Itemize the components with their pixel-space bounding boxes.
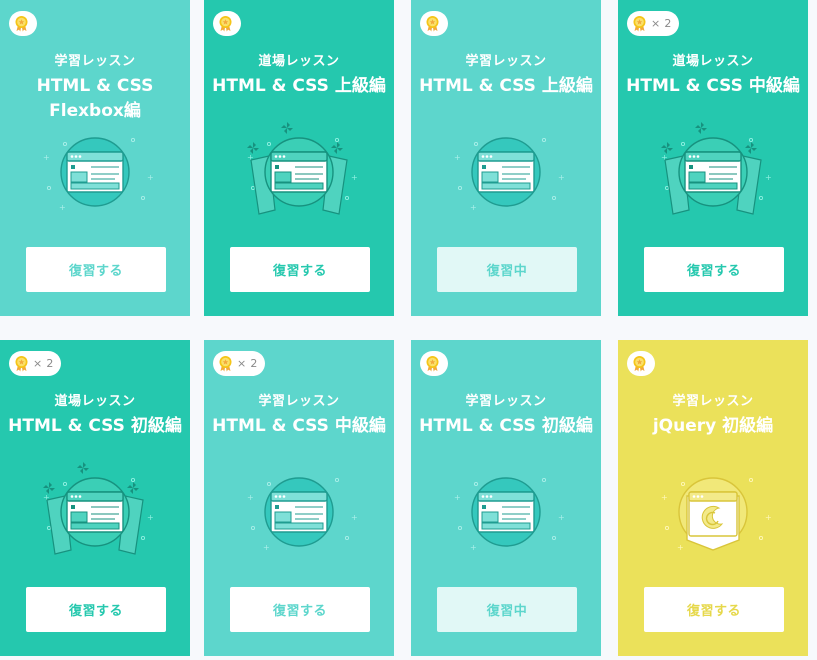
svg-text:+: +: [247, 493, 254, 502]
medal-icon: [633, 16, 646, 32]
review-button[interactable]: 復習する: [230, 587, 370, 632]
lesson-title-line: jQuery 初級編: [652, 416, 774, 436]
medal-count: × 2: [237, 357, 258, 370]
medal-icon: [219, 356, 232, 372]
review-button[interactable]: 復習する: [26, 587, 166, 632]
lesson-type: 道場レッスン: [258, 54, 340, 69]
medal-badge: [627, 351, 655, 376]
medal-icon: [633, 356, 646, 372]
lesson-title-line: HTML & CSS 初級編: [8, 416, 182, 436]
medal-badge: [9, 11, 37, 36]
medal-icon: [426, 356, 439, 372]
medal-badge: × 2: [627, 11, 679, 36]
lesson-title-line: HTML & CSS 中級編: [212, 416, 386, 436]
medal-count: × 2: [651, 17, 672, 30]
lesson-title: HTML & CSS 初級編: [8, 414, 182, 439]
lesson-type: 学習レッスン: [54, 54, 136, 69]
svg-text:+: +: [470, 203, 477, 212]
lesson-title: HTML & CSS 初級編: [419, 414, 593, 439]
svg-text:+: +: [147, 173, 154, 182]
web-page-illustration: + + +: [454, 477, 565, 552]
svg-text:+: +: [558, 173, 565, 182]
lesson-type: 学習レッスン: [258, 394, 340, 409]
lesson-title: HTML & CSS 中級編: [212, 414, 386, 439]
svg-text:+: +: [263, 543, 270, 552]
lesson-card[interactable]: × 2 道場レッスン HTML & CSS 初級編 +++ 復習する: [0, 340, 190, 656]
lesson-type: 学習レッスン: [465, 54, 547, 69]
review-button[interactable]: 復習する: [644, 247, 784, 292]
medal-badge: [213, 11, 241, 36]
lesson-card[interactable]: × 2 学習レッスン HTML & CSS 中級編 + + + 復習する: [204, 340, 394, 656]
lesson-title: HTML & CSS 上級編: [212, 74, 386, 99]
svg-text:+: +: [43, 153, 50, 162]
review-button[interactable]: 復習する: [26, 247, 166, 292]
svg-text:+: +: [765, 173, 772, 182]
lesson-title: HTML & CSS 中級編: [626, 74, 800, 99]
lesson-title-line: HTML & CSS 初級編: [419, 416, 593, 436]
lesson-title-line: HTML & CSS: [36, 76, 154, 96]
svg-text:+: +: [677, 543, 684, 552]
lesson-type: 学習レッスン: [465, 394, 547, 409]
review-in-progress-button[interactable]: 復習中: [437, 247, 577, 292]
medal-count: × 2: [33, 357, 54, 370]
lesson-type: 学習レッスン: [672, 394, 754, 409]
svg-text:+: +: [765, 513, 772, 522]
lesson-type: 道場レッスン: [672, 54, 754, 69]
svg-text:+: +: [454, 153, 461, 162]
lesson-title-line: HTML & CSS 上級編: [419, 76, 593, 96]
medal-icon: [15, 356, 28, 372]
medal-badge: [420, 11, 448, 36]
jquery-page-illustration: + + +: [661, 477, 772, 552]
review-in-progress-button[interactable]: 復習中: [437, 587, 577, 632]
lesson-title: jQuery 初級編: [626, 414, 800, 439]
lesson-title: HTML & CSS Flexbox編: [8, 74, 182, 124]
dojo-scroll-illustration: +++: [661, 122, 772, 215]
svg-text:+: +: [351, 173, 358, 182]
lesson-card[interactable]: × 2 道場レッスン HTML & CSS 中級編 +++ 復習する: [618, 0, 808, 316]
medal-badge: [420, 351, 448, 376]
lesson-title-line: HTML & CSS 上級編: [212, 76, 386, 96]
medal-badge: × 2: [9, 351, 61, 376]
lesson-card[interactable]: 道場レッスン HTML & CSS 上級編 +++ 復習する: [204, 0, 394, 316]
svg-text:+: +: [147, 513, 154, 522]
medal-icon: [15, 16, 28, 32]
review-button[interactable]: 復習する: [230, 247, 370, 292]
lesson-type: 道場レッスン: [54, 394, 136, 409]
svg-text:+: +: [351, 513, 358, 522]
lesson-title: HTML & CSS 上級編: [419, 74, 593, 99]
svg-text:+: +: [454, 493, 461, 502]
svg-text:+: +: [661, 493, 668, 502]
lesson-card[interactable]: 学習レッスン HTML & CSS 初級編 + + + 復習中: [411, 340, 601, 656]
review-button[interactable]: 復習する: [644, 587, 784, 632]
svg-text:+: +: [59, 203, 66, 212]
svg-text:+: +: [558, 513, 565, 522]
medal-icon: [426, 16, 439, 32]
svg-text:+: +: [470, 543, 477, 552]
dojo-scroll-illustration: +++: [247, 122, 358, 215]
lesson-card[interactable]: 学習レッスン HTML & CSS Flexbox編 + + + 復習する: [0, 0, 190, 316]
web-page-illustration: + + +: [454, 137, 565, 212]
lesson-card[interactable]: 学習レッスン HTML & CSS 上級編 + + + 復習中: [411, 0, 601, 316]
web-page-illustration: + + +: [247, 477, 358, 552]
web-page-illustration: + + +: [43, 137, 154, 212]
medal-icon: [219, 16, 232, 32]
lesson-card[interactable]: 学習レッスン jQuery 初級編 + + + 復習する: [618, 340, 808, 656]
lesson-card-grid: 学習レッスン HTML & CSS Flexbox編 + + + 復習する 道場レッ…: [0, 0, 817, 660]
medal-badge: × 2: [213, 351, 265, 376]
dojo-scroll-illustration: +++: [43, 462, 154, 555]
lesson-title-line: HTML & CSS 中級編: [626, 76, 800, 96]
